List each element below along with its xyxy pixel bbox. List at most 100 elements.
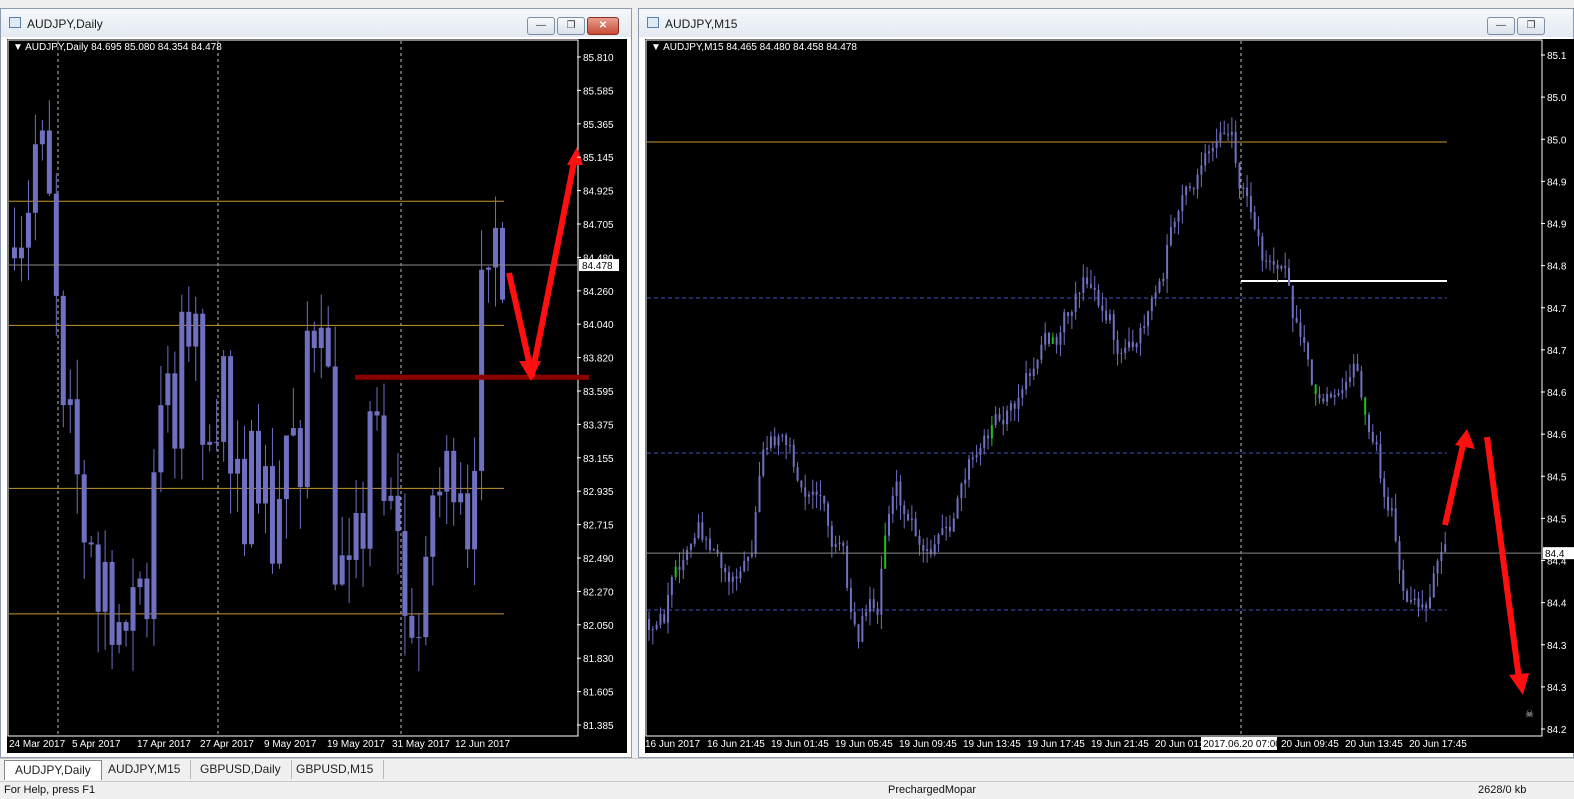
- candle-body: [486, 267, 492, 270]
- candle-body: [283, 435, 289, 500]
- candle-body: [712, 549, 715, 551]
- candle-body: [754, 512, 757, 555]
- candle-body: [1059, 332, 1062, 345]
- right-chart-area[interactable]: ☠ 85.1 85.0 85.0 84.9 84.9 84.8 84.7 84.7 84.6 84.…: [645, 39, 1574, 753]
- candle-body: [888, 513, 890, 536]
- candle-body: [983, 435, 986, 449]
- candle-body: [994, 414, 997, 426]
- candle-body: [458, 493, 464, 503]
- plot-frame: [645, 39, 1543, 737]
- candle-body: [479, 269, 485, 471]
- candle-body: [667, 595, 670, 623]
- restore-button[interactable]: ❐: [557, 17, 585, 35]
- candle-body: [1288, 267, 1290, 286]
- candle-body: [990, 425, 993, 439]
- candle-body: [1154, 292, 1157, 299]
- candle-body: [1048, 333, 1050, 344]
- candle-body: [766, 447, 769, 450]
- candle-body: [1428, 597, 1431, 609]
- price-axis-label: 84.7: [1547, 304, 1567, 315]
- candle-body: [1352, 363, 1355, 378]
- left-chart-window[interactable]: AUDJPY,Daily — ❐ ✕ 85.810 85.585 85.365 85.…: [0, 8, 632, 758]
- tab-gbpusd-daily[interactable]: GBPUSD,Daily: [190, 760, 292, 779]
- tab-gbpusd-m15[interactable]: GBPUSD,M15: [286, 760, 385, 779]
- candle-body: [651, 628, 654, 631]
- candle-body: [922, 544, 925, 551]
- candle-body: [903, 505, 906, 515]
- candle-body: [1181, 195, 1184, 212]
- candle-body: [81, 474, 87, 543]
- date-axis-label: 24 Mar 2017: [9, 739, 66, 750]
- minimize-icon: —: [1496, 20, 1506, 31]
- candle-body: [952, 518, 955, 532]
- date-axis-label: 5 Apr 2017: [72, 739, 121, 750]
- candle-body: [1444, 544, 1447, 552]
- candle-body: [1063, 312, 1066, 333]
- candle-body: [25, 212, 31, 248]
- price-axis-label: 82.935: [583, 487, 614, 498]
- candle-body: [1070, 311, 1073, 317]
- candle-body: [693, 537, 696, 544]
- candle-body: [720, 552, 723, 568]
- candle-body: [1356, 363, 1359, 372]
- candle-body: [1409, 600, 1412, 602]
- tab-audjpy-daily[interactable]: AUDJPY,Daily: [4, 760, 102, 780]
- candle-body: [1402, 569, 1405, 591]
- candle-body: [269, 466, 275, 564]
- date-axis-label: 17 Apr 2017: [137, 739, 191, 750]
- candle-body: [1192, 187, 1195, 190]
- candle-body: [960, 483, 963, 499]
- candle-body: [865, 611, 868, 616]
- date-axis-label: 19 Jun 09:45: [899, 739, 957, 750]
- candle-body: [1067, 312, 1070, 317]
- candle-body: [811, 491, 814, 495]
- candle-body: [941, 528, 944, 535]
- candle-body: [1135, 343, 1138, 348]
- candle-body: [430, 495, 436, 557]
- candle-body: [179, 311, 185, 449]
- close-icon: ✕: [598, 20, 608, 31]
- candle-body: [123, 622, 129, 631]
- candle-body: [395, 495, 401, 532]
- candle-body: [1105, 310, 1108, 321]
- close-button[interactable]: ✕: [587, 17, 619, 35]
- candle-body: [1272, 261, 1275, 265]
- candle-body: [32, 144, 38, 213]
- price-axis-label: 81.385: [583, 721, 614, 732]
- left-window-titlebar[interactable]: AUDJPY,Daily — ❐ ✕: [1, 9, 631, 37]
- candle-body: [895, 481, 898, 496]
- candle-body: [918, 535, 921, 545]
- right-window-titlebar[interactable]: AUDJPY,M15 — ❐: [639, 9, 1573, 37]
- candle-body: [998, 414, 1001, 420]
- candle-body: [74, 399, 80, 475]
- plot-frame: [7, 39, 579, 737]
- left-chart-area[interactable]: 85.810 85.585 85.365 85.145 84.925 84.705 84.4…: [7, 39, 627, 753]
- minimize-button[interactable]: —: [1487, 17, 1515, 35]
- right-chart-window[interactable]: AUDJPY,M15 — ❐ ☠ 85.1 85.0 85.0 84.9 84.9 84.8…: [638, 8, 1574, 758]
- candle-body: [945, 526, 948, 529]
- price-axis-label: 82.050: [583, 621, 614, 632]
- date-axis-label: 31 May 2017: [392, 739, 450, 750]
- candle-body: [739, 571, 742, 579]
- tab-audjpy-m15[interactable]: AUDJPY,M15: [98, 760, 192, 779]
- date-axis-label: 20 Jun 17:45: [1409, 739, 1467, 750]
- candle-body: [276, 499, 282, 564]
- candle-body: [1310, 359, 1313, 385]
- candle-body: [11, 247, 17, 259]
- candle-body: [1025, 373, 1028, 390]
- candle-body: [304, 330, 310, 487]
- candle-body: [367, 411, 373, 549]
- candle-body: [1036, 359, 1039, 369]
- candle-body: [705, 538, 708, 540]
- candle-body: [130, 587, 136, 631]
- candle-body: [964, 479, 967, 484]
- candle-body: [1326, 393, 1329, 402]
- current-price-label: 84.4: [1545, 549, 1565, 560]
- candle-body: [937, 534, 940, 545]
- date-axis-label: 12 Jun 2017: [455, 739, 510, 750]
- candle-body: [1108, 314, 1111, 321]
- restore-button[interactable]: ❐: [1517, 17, 1545, 35]
- candle-body: [1078, 293, 1081, 295]
- candle-body: [1200, 165, 1203, 175]
- minimize-button[interactable]: —: [527, 17, 555, 35]
